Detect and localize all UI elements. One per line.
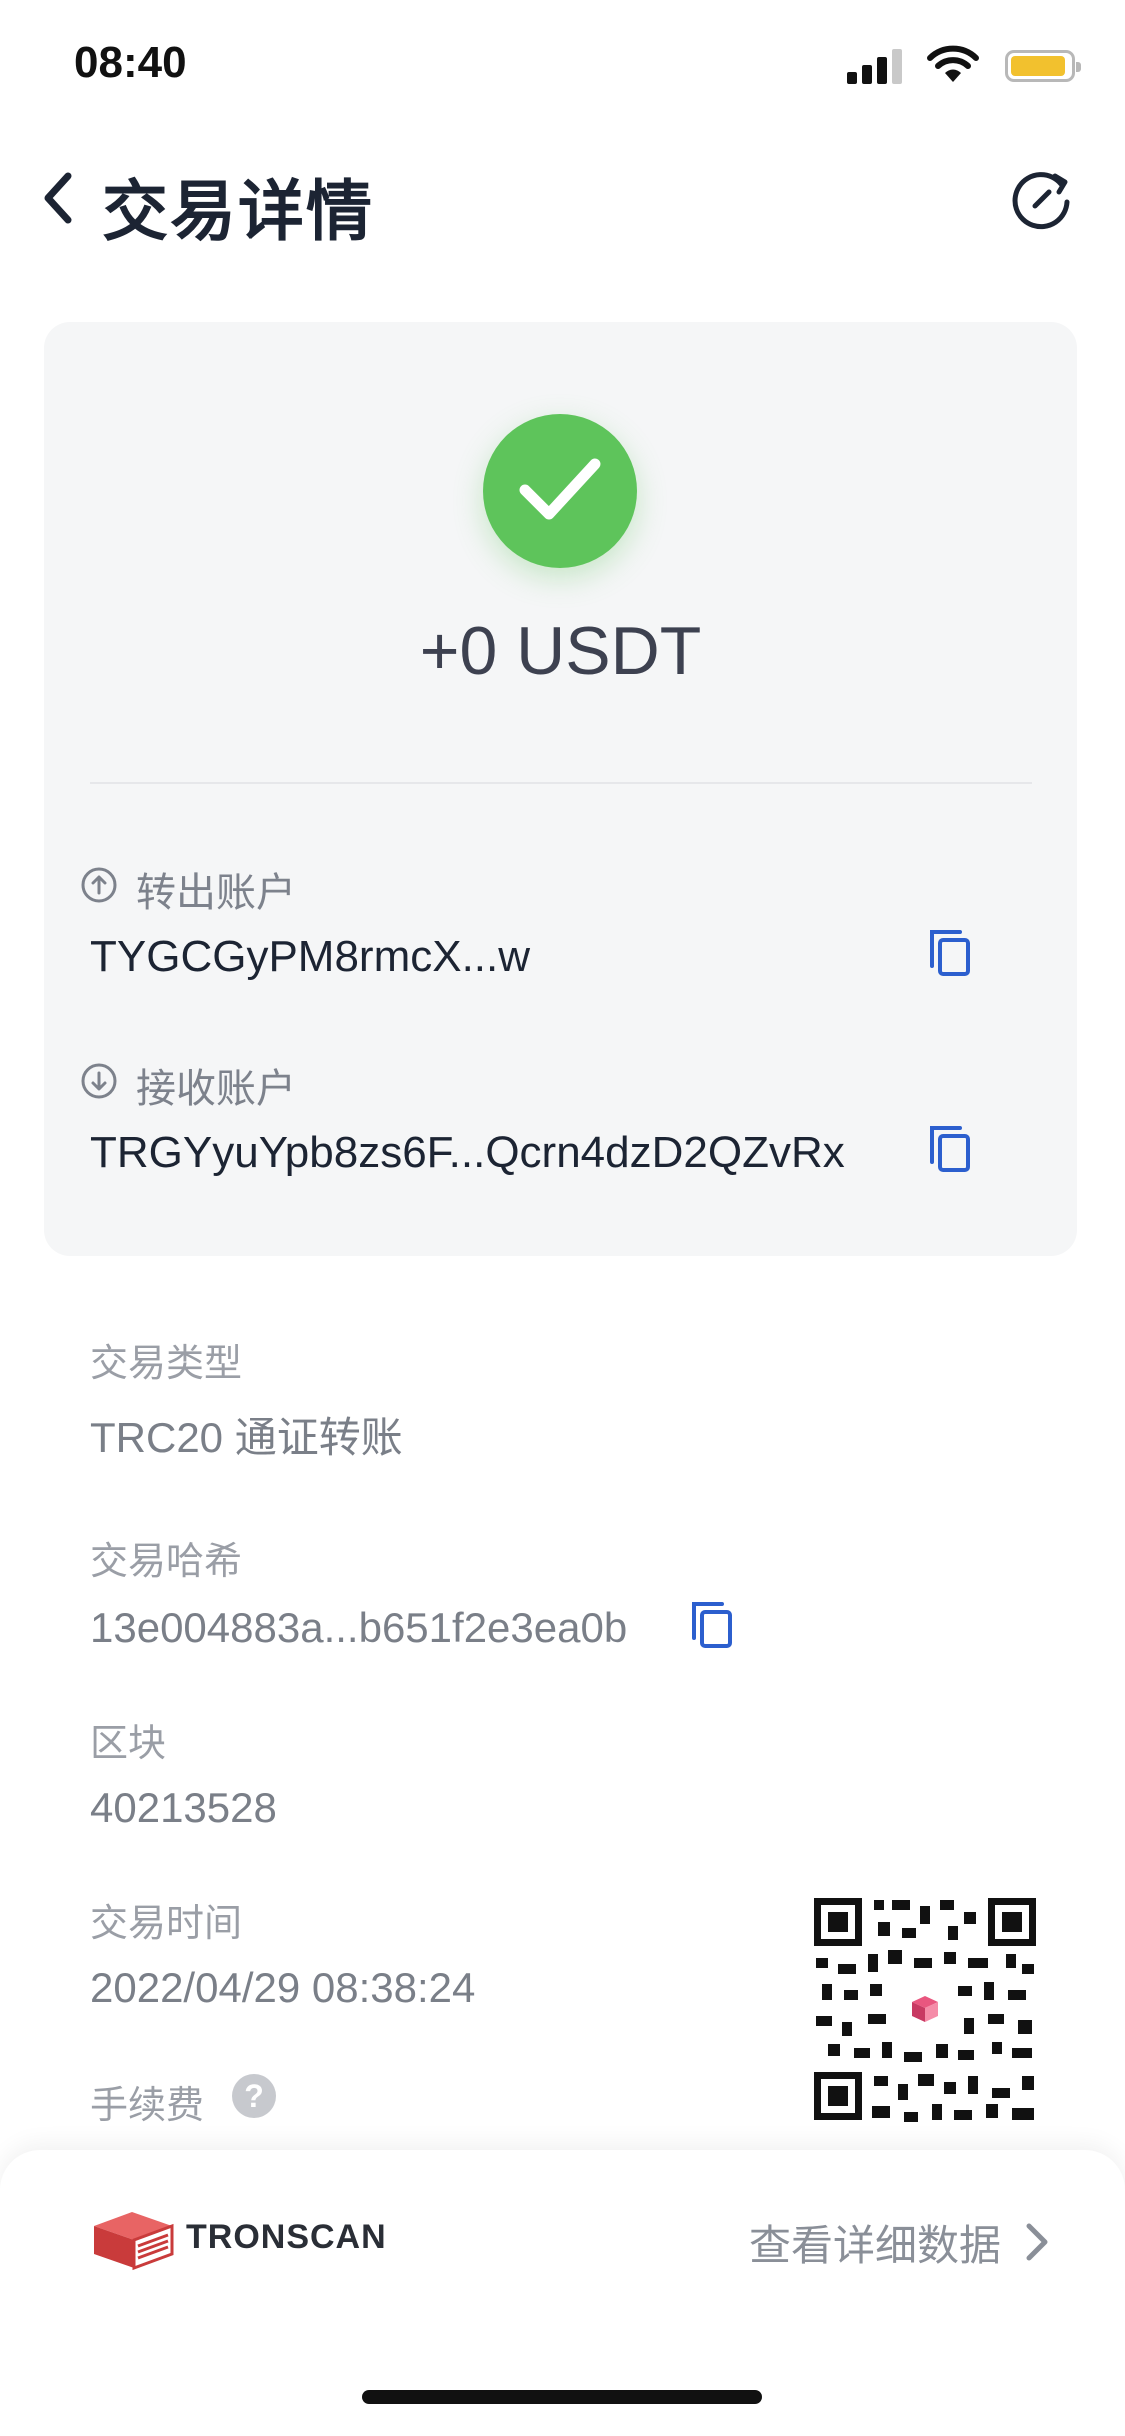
status-icons bbox=[815, 45, 1081, 88]
transaction-amount: +0 USDT bbox=[419, 613, 702, 689]
home-indicator[interactable] bbox=[362, 2390, 762, 2404]
to-account-address: TRGYyuYpb8zs6F...Qcrn4dzD2QZvRx bbox=[90, 1128, 845, 1177]
wifi-icon bbox=[927, 45, 979, 82]
transaction-hash-value: 13e004883a...b651f2e3ea0b bbox=[90, 1604, 628, 1651]
from-account-address: TYGCGyPM8rmcX...w bbox=[90, 932, 531, 981]
transaction-summary-card: +0 USDT 转出账户 TYGCGyPM8rmcX...w 接收账户 TRGY… bbox=[44, 322, 1077, 1256]
transaction-type-label: 交易类型 bbox=[90, 1343, 243, 1385]
refresh-icon[interactable] bbox=[1011, 166, 1075, 230]
back-icon[interactable] bbox=[38, 170, 78, 226]
transaction-time-label: 交易时间 bbox=[90, 1903, 243, 1945]
copy-icon[interactable] bbox=[928, 1124, 974, 1174]
qr-code bbox=[808, 1892, 1042, 2126]
block-value: 40213528 bbox=[90, 1784, 277, 1831]
copy-icon[interactable] bbox=[928, 928, 974, 978]
fee-label: 手续费 bbox=[90, 2085, 205, 2127]
help-icon[interactable]: ? bbox=[232, 2074, 276, 2118]
battery-icon bbox=[1005, 50, 1081, 82]
transaction-hash-label: 交易哈希 bbox=[90, 1541, 243, 1583]
tronscan-logo-text: TRONSCAN bbox=[186, 2218, 387, 2256]
tronscan-logo-icon bbox=[94, 2212, 174, 2271]
transaction-detail-screen: 08:40 交易详情 +0 USDT 转出账户 TYGCGyPM8rmcX...… bbox=[0, 0, 1125, 2436]
from-account-label: 转出账户 bbox=[136, 871, 296, 915]
page-title: 交易详情 bbox=[102, 174, 374, 248]
arrow-down-circle-icon bbox=[81, 1063, 117, 1099]
arrow-up-circle-icon bbox=[81, 867, 117, 903]
success-check-icon bbox=[483, 414, 637, 568]
block-label: 区块 bbox=[90, 1723, 167, 1765]
view-details-link[interactable]: 查看详细数据 bbox=[749, 2212, 1001, 2273]
transaction-type-value: TRC20 通证转账 bbox=[90, 1414, 403, 1461]
status-time: 08:40 bbox=[74, 38, 187, 87]
transaction-time-value: 2022/04/29 08:38:24 bbox=[90, 1964, 476, 2011]
divider bbox=[90, 782, 1032, 784]
signal-icon bbox=[847, 48, 907, 84]
copy-icon[interactable] bbox=[690, 1600, 736, 1650]
chevron-right-icon[interactable] bbox=[1023, 2220, 1051, 2264]
to-account-label: 接收账户 bbox=[136, 1067, 296, 1111]
